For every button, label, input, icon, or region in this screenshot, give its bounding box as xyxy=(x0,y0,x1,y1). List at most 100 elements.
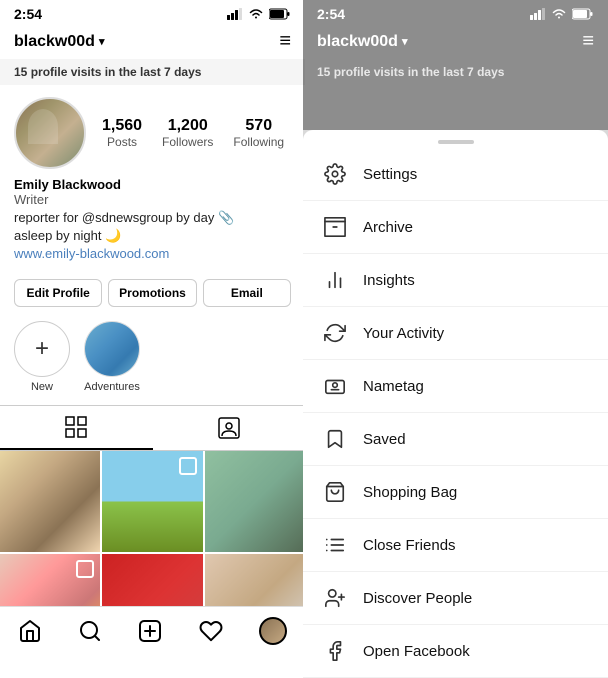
grid-icon xyxy=(65,416,87,438)
profile-info-section: 1,560 Posts 1,200 Followers 570 Followin… xyxy=(0,85,305,177)
new-story-circle[interactable]: + xyxy=(14,321,70,377)
bio-description: reporter for @sdnewsgroup by day 📎asleep… xyxy=(14,209,291,245)
menu-wifi-icon xyxy=(551,8,567,20)
bio-section: Emily Blackwood Writer reporter for @sdn… xyxy=(0,177,305,273)
edit-profile-button[interactable]: Edit Profile xyxy=(14,279,102,307)
menu-item-discover-people[interactable]: Discover People xyxy=(303,572,608,625)
menu-item-archive[interactable]: Archive xyxy=(303,201,608,254)
battery-icon xyxy=(269,8,291,20)
settings-icon xyxy=(323,162,347,186)
search-nav-button[interactable] xyxy=(78,619,102,643)
close-friends-icon xyxy=(323,533,347,557)
photo-badge xyxy=(179,457,197,475)
photo-cell[interactable] xyxy=(205,451,305,551)
add-nav-button[interactable] xyxy=(138,619,162,643)
adventures-story-circle[interactable] xyxy=(84,321,140,377)
menu-sheet: Settings Archive Insights Your Activity xyxy=(303,130,608,678)
discover-people-icon xyxy=(323,586,347,610)
menu-item-shopping-bag[interactable]: Shopping Bag xyxy=(303,466,608,519)
settings-label: Settings xyxy=(363,166,417,183)
nametag-label: Nametag xyxy=(363,378,424,395)
stories-section: + New Adventures xyxy=(0,317,305,405)
bio-title: Writer xyxy=(14,192,291,207)
followers-count: 1,200 xyxy=(168,117,208,135)
adventures-story-label: Adventures xyxy=(84,381,140,393)
adventures-story-item[interactable]: Adventures xyxy=(84,321,140,393)
new-story-label: New xyxy=(31,381,53,393)
tag-tab[interactable] xyxy=(153,406,306,450)
menu-profile-header: blackw00d ▾ ≡ xyxy=(303,26,608,59)
action-buttons: Edit Profile Promotions Email xyxy=(0,273,305,317)
saved-label: Saved xyxy=(363,431,406,448)
menu-handle xyxy=(303,130,608,148)
visits-count: 15 xyxy=(14,65,27,79)
nametag-icon xyxy=(323,374,347,398)
following-label: Following xyxy=(233,135,284,149)
bottom-navigation xyxy=(0,606,305,665)
person-tag-icon xyxy=(218,417,240,439)
menu-item-saved[interactable]: Saved xyxy=(303,413,608,466)
menu-overlay-panel: 2:54 xyxy=(303,0,608,665)
menu-item-insights[interactable]: Insights xyxy=(303,254,608,307)
profile-nav-button[interactable] xyxy=(259,617,287,645)
open-facebook-label: Open Facebook xyxy=(363,643,470,660)
facebook-icon xyxy=(323,639,347,663)
menu-item-settings[interactable]: Settings xyxy=(303,148,608,201)
menu-item-open-facebook[interactable]: Open Facebook xyxy=(303,625,608,678)
archive-icon xyxy=(323,215,347,239)
menu-dim-background: 2:54 xyxy=(303,0,608,130)
shopping-bag-label: Shopping Bag xyxy=(363,484,457,501)
menu-signal-icon xyxy=(530,8,546,20)
shopping-bag-icon xyxy=(323,480,347,504)
wifi-icon xyxy=(248,8,264,20)
profile-panel: 2:54 blackw00d ▾ xyxy=(0,0,305,665)
menu-item-close-friends[interactable]: Close Friends xyxy=(303,519,608,572)
new-story-item[interactable]: + New xyxy=(14,321,70,393)
content-tab-bar xyxy=(0,405,305,451)
stats-section: 1,560 Posts 1,200 Followers 570 Followin… xyxy=(102,117,291,149)
followers-stat[interactable]: 1,200 Followers xyxy=(162,117,213,149)
handle-bar xyxy=(438,140,474,144)
menu-hamburger-icon[interactable]: ≡ xyxy=(582,30,594,53)
insights-icon xyxy=(323,268,347,292)
photo-cell[interactable] xyxy=(102,451,202,551)
posts-label: Posts xyxy=(107,135,137,149)
home-nav-button[interactable] xyxy=(18,619,42,643)
close-friends-label: Close Friends xyxy=(363,537,456,554)
promotions-button[interactable]: Promotions xyxy=(108,279,196,307)
menu-time: 2:54 xyxy=(317,6,345,22)
hamburger-menu-button[interactable]: ≡ xyxy=(279,30,291,53)
signal-icon xyxy=(227,8,243,20)
posts-stat: 1,560 Posts xyxy=(102,117,142,149)
menu-item-your-activity[interactable]: Your Activity xyxy=(303,307,608,360)
profile-header: blackw00d ▾ ≡ xyxy=(0,26,305,59)
photo-cell[interactable] xyxy=(0,451,100,551)
email-button[interactable]: Email xyxy=(203,279,291,307)
saved-icon xyxy=(323,427,347,451)
menu-visits-bar: 15 profile visits in the last 7 days xyxy=(303,59,608,85)
username-dropdown-trigger[interactable]: blackw00d ▾ xyxy=(14,33,104,51)
grid-tab[interactable] xyxy=(0,406,153,450)
avatar xyxy=(14,97,86,169)
visits-text: profile visits in the last 7 days xyxy=(27,65,201,79)
menu-username-display: blackw00d ▾ xyxy=(317,33,407,51)
following-count: 570 xyxy=(245,117,272,135)
activity-icon xyxy=(323,321,347,345)
menu-battery-icon xyxy=(572,8,594,20)
insights-label: Insights xyxy=(363,272,415,289)
chevron-down-icon: ▾ xyxy=(99,35,105,48)
status-icons xyxy=(227,8,291,20)
archive-label: Archive xyxy=(363,219,413,236)
bio-name: Emily Blackwood xyxy=(14,177,291,192)
status-bar: 2:54 xyxy=(0,0,305,26)
time-display: 2:54 xyxy=(14,6,42,22)
photo-badge xyxy=(76,560,94,578)
posts-count: 1,560 xyxy=(102,117,142,135)
menu-item-nametag[interactable]: Nametag xyxy=(303,360,608,413)
followers-label: Followers xyxy=(162,135,213,149)
following-stat[interactable]: 570 Following xyxy=(233,117,284,149)
username-text: blackw00d xyxy=(14,33,95,51)
menu-status-bar: 2:54 xyxy=(303,0,608,26)
heart-nav-button[interactable] xyxy=(199,619,223,643)
bio-website[interactable]: www.emily-blackwood.com xyxy=(14,246,169,261)
